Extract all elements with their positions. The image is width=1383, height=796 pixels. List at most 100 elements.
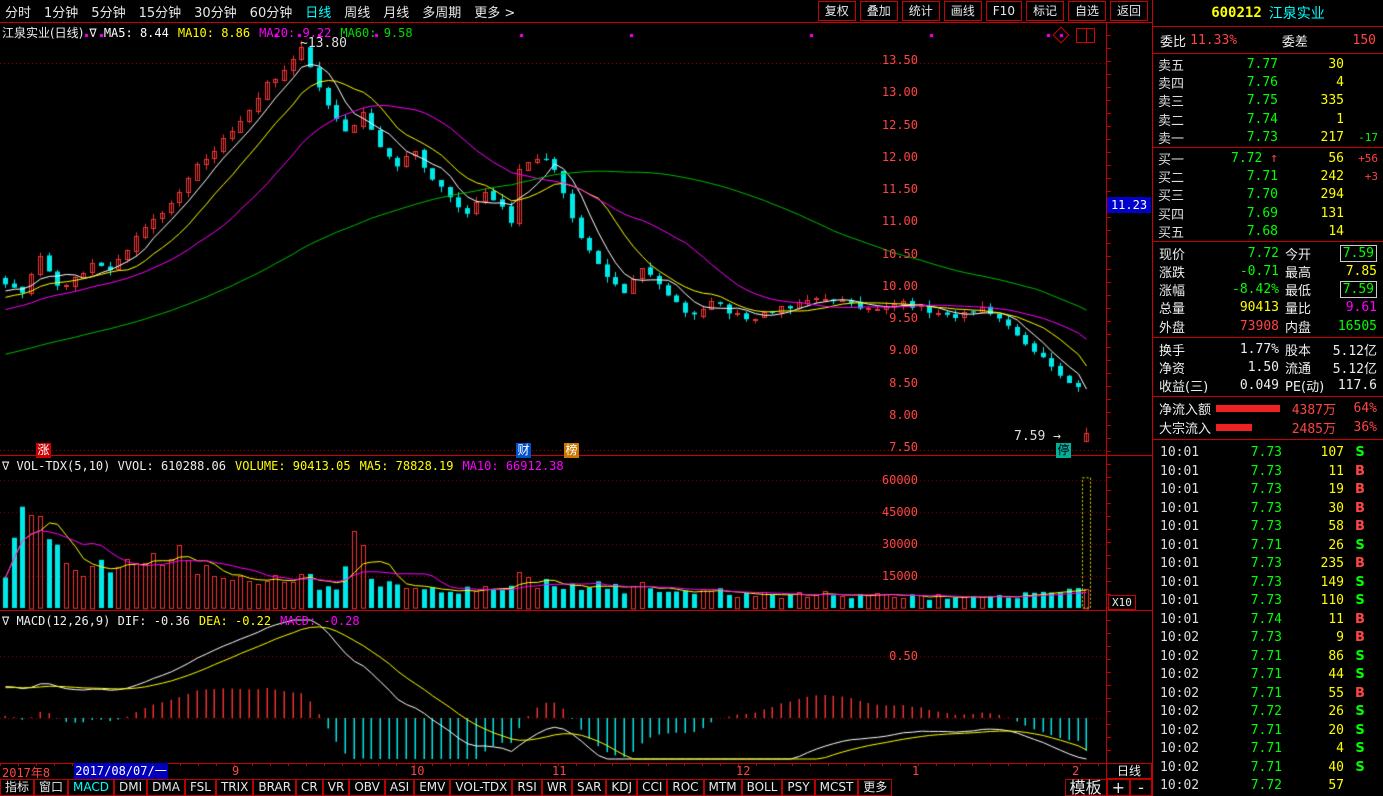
panel-button-0[interactable]: 指标 (0, 779, 34, 796)
price-axis-label: 8.50 (889, 376, 918, 390)
action-button-5[interactable]: 标记 (1026, 1, 1064, 21)
tick-volume: 20 (1282, 723, 1344, 738)
indicator-tab-dmi[interactable]: DMI (114, 779, 147, 796)
tick-side: S (1344, 593, 1376, 608)
period-tab-0[interactable]: 分时 (5, 2, 31, 21)
bid-row[interactable]: 买五7.6814 (1153, 222, 1383, 240)
tick-price: 7.73 (1210, 464, 1282, 479)
volume-chart-canvas[interactable] (0, 455, 1106, 610)
indicator-tab-boll[interactable]: BOLL (742, 779, 783, 796)
indicator-tab-vol-tdx[interactable]: VOL-TDX (450, 779, 512, 796)
indicator-tab-kdj[interactable]: KDJ (606, 779, 637, 796)
template-button-2[interactable]: - (1130, 779, 1152, 796)
tick-time: 10:01 (1160, 501, 1210, 516)
ask-row[interactable]: 卖三7.75335 (1153, 91, 1383, 109)
indicator-tab-macd[interactable]: MACD (68, 779, 114, 796)
header-value-1: MA10: 8.86 (178, 26, 250, 40)
panel-button-1[interactable]: 窗口 (34, 779, 68, 796)
action-button-0[interactable]: 复权 (818, 1, 856, 21)
indicator-tab-asi[interactable]: ASI (385, 779, 414, 796)
header-value-0[interactable]: ∇ MACD(12,26,9) DIF: -0.36 (2, 614, 190, 628)
tick-price: 7.73 (1210, 593, 1282, 608)
header-value-0[interactable]: ∇ MA5: 8.44 (89, 26, 168, 40)
price-axis-label: 8.00 (889, 408, 918, 422)
price-cursor-tag: 11.23 (1107, 197, 1151, 213)
indicator-tab-cr[interactable]: CR (296, 779, 323, 796)
fundamental-row: 换手1.77%股本5.12亿 (1153, 340, 1383, 358)
period-tab-9[interactable]: 多周期 (422, 2, 461, 21)
indicator-tab-mtm[interactable]: MTM (704, 779, 742, 796)
action-button-2[interactable]: 统计 (902, 1, 940, 21)
period-tab-2[interactable]: 5分钟 (91, 2, 125, 21)
indicator-tab-brar[interactable]: BRAR (253, 779, 296, 796)
period-tab-3[interactable]: 15分钟 (139, 2, 182, 21)
order-volume: 14 (1278, 224, 1344, 239)
period-tab-10[interactable]: 更多 > (474, 2, 515, 21)
tick-side: B (1344, 612, 1376, 627)
indicator-tab-sar[interactable]: SAR (572, 779, 606, 796)
main-chart-canvas[interactable] (0, 22, 1106, 455)
action-button-3[interactable]: 画线 (944, 1, 982, 21)
bid-row[interactable]: 买四7.69131 (1153, 204, 1383, 222)
bid-row[interactable]: 买一7.72 ↑56+56 (1153, 149, 1383, 167)
action-button-7[interactable]: 返回 (1110, 1, 1148, 21)
pane-title: 江泉实业(日线) (2, 26, 83, 40)
commission-ratio-row: 委比 11.33% 委差 150 (1153, 27, 1383, 54)
template-button-1[interactable]: + (1107, 779, 1130, 796)
quote-row: 涨跌-0.71最高7.85 (1153, 262, 1383, 280)
action-button-4[interactable]: F10 (986, 1, 1022, 21)
quote-label: 最低 (1285, 280, 1327, 299)
indicator-tab-emv[interactable]: EMV (414, 779, 450, 796)
indicator-tab-mcst[interactable]: MCST (815, 779, 859, 796)
indicator-tab-rsi[interactable]: RSI (512, 779, 542, 796)
ask-row[interactable]: 卖五7.7730 (1153, 55, 1383, 73)
tick-row: 10:027.7155B (1153, 684, 1383, 703)
header-value-0[interactable]: ∇ VOL-TDX(5,10) VVOL: 610288.06 (2, 459, 226, 473)
quote-value-inner: 7.85 (1346, 264, 1377, 279)
period-tab-5[interactable]: 60分钟 (250, 2, 293, 21)
period-tab-6[interactable]: 日线 (305, 2, 331, 21)
tick-side: S (1344, 538, 1376, 553)
tick-side: S (1344, 649, 1376, 664)
indicator-tab-fsl[interactable]: FSL (185, 779, 216, 796)
month-label-3: 12 (736, 764, 750, 778)
event-badge-3: 停 (1056, 443, 1071, 458)
period-tab-8[interactable]: 月线 (383, 2, 409, 21)
quote-value: -8.42% (1217, 282, 1279, 297)
quote-label: 流通 (1285, 358, 1327, 377)
tick-time: 10:02 (1160, 686, 1210, 701)
tick-side: B (1344, 464, 1376, 479)
tick-time: 10:01 (1160, 538, 1210, 553)
action-button-6[interactable]: 自选 (1068, 1, 1106, 21)
template-button-0[interactable]: 模板 (1065, 779, 1107, 796)
order-price: 7.77 (1200, 57, 1278, 72)
ask-row[interactable]: 卖二7.741 (1153, 110, 1383, 128)
bid-row[interactable]: 买三7.70294 (1153, 185, 1383, 203)
period-tab-7[interactable]: 周线 (344, 2, 370, 21)
indicator-tab-wr[interactable]: WR (542, 779, 572, 796)
action-button-1[interactable]: 叠加 (860, 1, 898, 21)
quote-label: 涨幅 (1159, 280, 1217, 299)
ask-row[interactable]: 卖四7.764 (1153, 73, 1383, 91)
ask-row[interactable]: 卖一7.73217-17 (1153, 128, 1383, 146)
flow-amount: 4387万 (1292, 399, 1336, 418)
indicator-tab-vr[interactable]: VR (323, 779, 350, 796)
window-split-icon[interactable] (1076, 28, 1095, 43)
period-menu: 分时 1分钟 5分钟 15分钟 30分钟 60分钟日线周线月线多周期更多 > (0, 2, 515, 21)
tick-volume: 107 (1282, 445, 1344, 460)
indicator-tab-更多[interactable]: 更多 (858, 779, 892, 796)
period-tab-1[interactable]: 1分钟 (44, 2, 78, 21)
period-indicator[interactable]: 日线 (1106, 763, 1152, 779)
quote-label: 净资 (1159, 358, 1217, 377)
macd-chart-canvas[interactable] (0, 612, 1106, 763)
indicator-tab-trix[interactable]: TRIX (216, 779, 253, 796)
indicator-tab-obv[interactable]: OBV (349, 779, 385, 796)
tick-volume: 30 (1282, 501, 1344, 516)
indicator-tab-psy[interactable]: PSY (782, 779, 814, 796)
tick-price: 7.71 (1210, 538, 1282, 553)
period-tab-4[interactable]: 30分钟 (194, 2, 237, 21)
indicator-tab-roc[interactable]: ROC (667, 779, 703, 796)
indicator-tab-cci[interactable]: CCI (637, 779, 667, 796)
bid-row[interactable]: 买二7.71242+3 (1153, 167, 1383, 185)
indicator-tab-dma[interactable]: DMA (147, 779, 185, 796)
